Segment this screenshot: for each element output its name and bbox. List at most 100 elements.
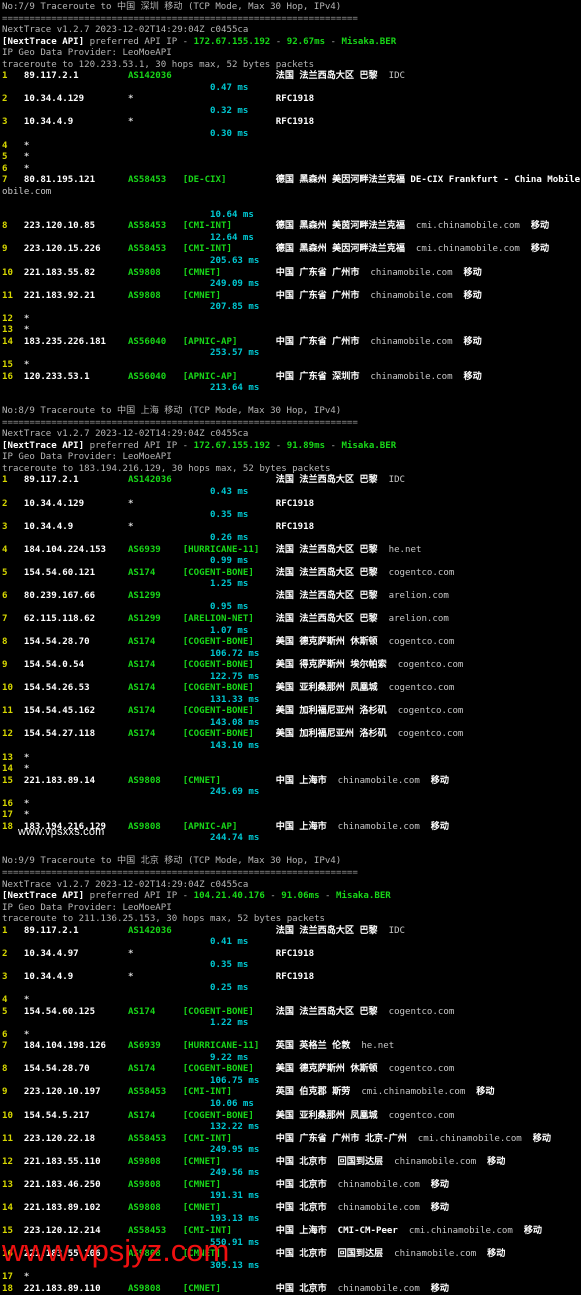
version-line: NextTrace v1.2.7 2023-12-02T14:29:04Z c0… [2, 880, 581, 892]
hop-number: 15 [2, 359, 24, 370]
hop-number: 2 [2, 498, 24, 509]
hop-tag: [COGENT-BONE] [182, 729, 276, 740]
hop-row: 4 * [2, 995, 581, 1007]
hop-number: 4 [2, 995, 24, 1006]
hop-asn: AS58453 [127, 1087, 183, 1098]
rtt-indent [2, 510, 210, 520]
hop-ip: 223.120.22.18 [23, 1133, 128, 1144]
rtt-indent [2, 1122, 210, 1132]
hop-ip: 221.183.46.250 [23, 1179, 128, 1190]
api-prefix-text: preferred API IP - [84, 440, 194, 451]
hop-hostname: IDC [377, 71, 406, 82]
rtt-indent [2, 960, 210, 970]
hop-tag: [CMNET] [182, 1156, 276, 1167]
hop-number: 11 [2, 1133, 24, 1144]
hop-rtt: 1.22 ms [210, 1018, 249, 1029]
hop-hostname: he.net [377, 544, 422, 555]
hop-geo: 中国 上海市 [275, 775, 327, 786]
hop-number: 14 [2, 336, 24, 347]
hop-rtt-line: 0.25 ms [2, 983, 581, 995]
hop-row: 7 184.104.198.126 AS6939 [HURRICANE-11] … [2, 1041, 581, 1053]
hop-rtt: 0.99 ms [210, 556, 249, 567]
hop-hostname: chinamobile.com [383, 1249, 477, 1260]
rtt-indent [2, 83, 210, 93]
hop-timeout: * [23, 1029, 30, 1040]
hop-row: 6 * [2, 164, 581, 176]
hop-asn: AS174 [127, 637, 183, 648]
hop-rtt-line: 132.22 ms [2, 1122, 581, 1134]
hop-row: 15 221.183.89.14 AS9808 [CMNET] 中国 上海市 c… [2, 776, 581, 788]
hop-ip: 221.183.55.82 [23, 267, 128, 278]
hop-tag: [COGENT-BONE] [182, 683, 276, 694]
hop-row: 13 * [2, 753, 581, 765]
hop-ip: 223.120.15.226 [23, 244, 128, 255]
hop-number: 7 [2, 175, 24, 186]
hop-hostname: chinamobile.com [359, 336, 453, 347]
hop-rtt: 1.25 ms [210, 579, 249, 590]
hop-row: 5 154.54.60.121 AS174 [COGENT-BONE] 法国 法… [2, 568, 581, 580]
hop-rtt-line: 0.41 ms [2, 937, 581, 949]
hop-rtt: 10.64 ms [210, 209, 254, 220]
hop-row: 10 154.54.5.217 AS174 [COGENT-BONE] 美国 亚… [2, 1111, 581, 1123]
hop-number: 9 [2, 1087, 24, 1098]
hop-rtt: 122.75 ms [210, 671, 260, 682]
api-sep-2: - [325, 440, 342, 451]
hop-hostname: chinamobile.com [359, 371, 453, 382]
hop-isp: 移动 [419, 1202, 449, 1213]
hop-ip: 221.183.55.110 [23, 1156, 128, 1167]
rtt-indent [2, 348, 210, 358]
rtt-indent [2, 1053, 210, 1063]
hop-isp: 移动 [419, 1179, 449, 1190]
hop-ip: 10.34.4.9 [23, 117, 128, 128]
hop-ip: 223.120.10.85 [23, 221, 128, 232]
hop-rtt: 245.69 ms [210, 787, 260, 798]
hop-geo: 法国 法兰西岛大区 巴黎 [275, 613, 378, 624]
block-title-text: No:7/9 Traceroute to 中国 深圳 移动 (TCP Mode,… [2, 2, 342, 12]
hop-ip: 154.54.60.125 [23, 1006, 128, 1017]
hop-ip: 221.183.89.110 [23, 1283, 128, 1294]
hop-row: 5 * [2, 152, 581, 164]
hop-number: 5 [2, 152, 24, 163]
hop-geo: 中国 北京市 [275, 1179, 327, 1190]
hop-ip: 62.115.118.62 [23, 613, 128, 624]
hop-asn: AS174 [127, 706, 183, 717]
hop-number: 1 [2, 925, 24, 936]
hop-isp: 移动 [452, 290, 482, 301]
hop-number: 1 [2, 71, 24, 82]
hop-asn: AS174 [127, 567, 183, 578]
hop-rtt: 0.25 ms [210, 983, 249, 994]
hop-hostname: chinamobile.com [326, 1202, 420, 1213]
hop-rtt: 143.08 ms [210, 717, 260, 728]
hop-timeout: * [23, 995, 30, 1006]
hop-number: 9 [2, 660, 24, 671]
hop-hostname: chinamobile.com [326, 1283, 420, 1294]
hop-geo: 法国 法兰西岛大区 巴黎 [275, 475, 378, 486]
hop-ip: 10.34.4.9 [23, 971, 128, 982]
hop-tag: [COGENT-BONE] [182, 567, 276, 578]
hop-row: 11 221.183.92.21 AS9808 [CMNET] 中国 广东省 广… [2, 291, 581, 303]
hop-row: 4 184.104.224.153 AS6939 [HURRICANE-11] … [2, 545, 581, 557]
hop-ip: 89.117.2.1 [23, 71, 128, 82]
hop-number: 15 [2, 775, 24, 786]
hop-number: 7 [2, 1041, 24, 1052]
hop-isp: 移动 [465, 1087, 495, 1098]
api-label-text: [NextTrace API] [2, 440, 85, 451]
hop-number: 10 [2, 1110, 24, 1121]
hop-rtt-line: 0.35 ms [2, 510, 581, 522]
api-ip-text: 104.21.40.176 [193, 891, 265, 902]
hop-asn: AS58453 [127, 175, 183, 186]
hop-number: 17 [2, 810, 24, 821]
hop-ip: 10.34.4.129 [23, 94, 128, 105]
hop-rtt-line: 0.32 ms [2, 106, 581, 118]
hop-row: 18 221.183.89.110 AS9808 [CMNET] 中国 北京市 … [2, 1284, 581, 1295]
hop-geo: 美国 德克萨斯州 休斯顿 [275, 1064, 378, 1075]
api-label-text: [NextTrace API] [2, 36, 85, 47]
hop-timeout: * [23, 1272, 30, 1283]
hop-row: 14 221.183.89.102 AS9808 [CMNET] 中国 北京市 … [2, 1203, 581, 1215]
hop-geo: 法国 法兰西岛大区 巴黎 [275, 71, 378, 82]
hop-hostname: cmi.chinamobile.com [404, 244, 520, 255]
geo-provider-line: IP Geo Data Provider: LeoMoeAPI [2, 48, 581, 60]
hop-row: 10 221.183.55.82 AS9808 [CMNET] 中国 广东省 广… [2, 268, 581, 280]
hop-row: 1 89.117.2.1 AS142036 法国 法兰西岛大区 巴黎 IDC [2, 475, 581, 487]
terminal-window: No:7/9 Traceroute to 中国 深圳 移动 (TCP Mode,… [0, 0, 581, 1294]
